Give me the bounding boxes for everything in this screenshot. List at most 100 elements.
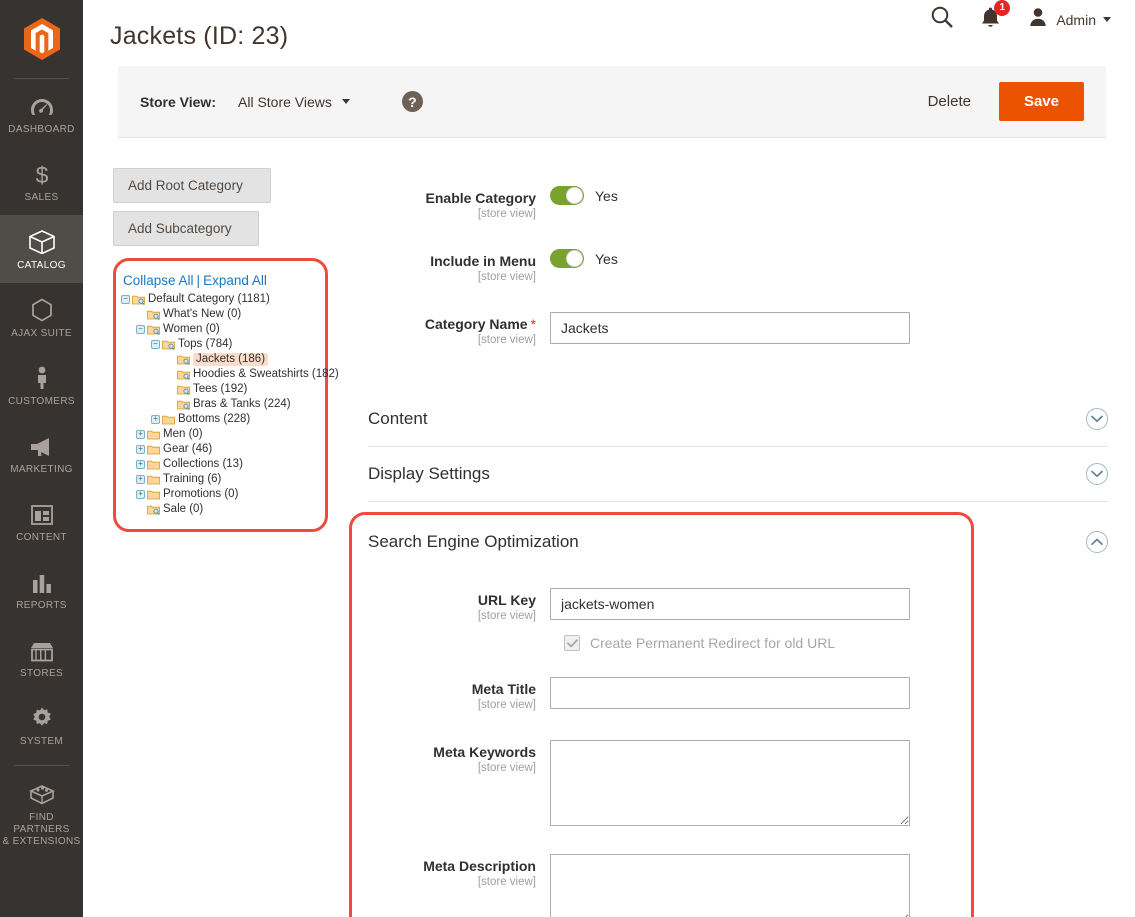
meta-title-input[interactable] [550, 677, 910, 709]
category-tree-node[interactable]: − Women (0) [135, 322, 315, 337]
field-label-group: URL Key [store view] [350, 588, 550, 623]
category-tree-node-label[interactable]: Sale (0) [163, 503, 203, 516]
sidebar-item-content[interactable]: CONTENT [0, 487, 83, 555]
tree-collapse-toggle-icon[interactable]: − [150, 339, 161, 350]
field-label-group: Meta Title [store view] [350, 677, 550, 712]
sidebar-item-customers[interactable]: CUSTOMERS [0, 351, 83, 419]
section-search-engine-optimization[interactable]: Search Engine Optimization [368, 521, 1108, 567]
sidebar-item-find-partners-extensions[interactable]: FIND PARTNERS & EXTENSIONS [0, 766, 83, 859]
delete-button[interactable]: Delete [914, 85, 985, 118]
notification-count-badge: 1 [994, 0, 1011, 16]
store-view-dropdown[interactable]: All Store Views [238, 94, 350, 110]
field-category-name: Category Name * [store view] [350, 312, 1110, 347]
category-tree-node-label[interactable]: Jackets (186) [193, 353, 269, 366]
collapse-all-link[interactable]: Collapse All [123, 273, 194, 288]
category-tree: − Default Category (1181) What's New (0) − W… [120, 292, 339, 517]
category-tree-node-label[interactable]: Hoodies & Sweatshirts (182) [193, 368, 339, 381]
sidebar-item-marketing[interactable]: MARKETING [0, 419, 83, 487]
category-tree-node-label[interactable]: Training (6) [163, 473, 221, 486]
category-tree-node-label[interactable]: Tops (784) [178, 338, 232, 351]
field-control [550, 677, 1110, 709]
meta-keywords-textarea[interactable] [550, 740, 910, 826]
category-tree-node-label[interactable]: Gear (46) [163, 443, 212, 456]
enable-category-toggle[interactable] [550, 186, 584, 205]
add-root-category-button[interactable]: Add Root Category [113, 168, 271, 203]
sidebar-item-stores[interactable]: STORES [0, 623, 83, 691]
section-title: Content [368, 409, 428, 428]
tree-expand-toggle-icon[interactable]: + [135, 429, 146, 440]
category-tree-node-label[interactable]: Women (0) [163, 323, 220, 336]
chevron-down-circle-icon[interactable] [1086, 463, 1108, 485]
scope-note: [store view] [477, 876, 536, 888]
create-redirect-checkbox[interactable] [564, 635, 580, 651]
sidebar-item-system[interactable]: SYSTEM [0, 691, 83, 759]
toggle-knob [566, 187, 583, 204]
url-key-input[interactable] [550, 588, 910, 620]
meta-description-textarea[interactable] [550, 854, 910, 917]
sidebar-item-catalog[interactable]: CATALOG [0, 215, 83, 283]
folder-icon [147, 474, 160, 485]
category-tree-item: + Promotions (0) [135, 487, 315, 502]
sidebar-item-ajax-suite[interactable]: AJAX SUITE [0, 283, 83, 351]
meta-description-label: Meta Description [423, 858, 536, 874]
section-display-settings[interactable]: Display Settings [368, 447, 1108, 502]
category-tree-node-label[interactable]: Default Category (1181) [148, 293, 270, 306]
search-icon [930, 5, 954, 34]
category-tree-node[interactable]: Tees (192) [165, 382, 315, 397]
category-tree-node[interactable]: − Default Category (1181) [120, 292, 315, 307]
category-tree-node-label[interactable]: Tees (192) [193, 383, 247, 396]
meta-title-label: Meta Title [471, 681, 536, 697]
tree-expand-toggle-icon[interactable]: + [135, 489, 146, 500]
category-tree-node-label[interactable]: Collections (13) [163, 458, 243, 471]
magento-logo[interactable] [0, 0, 83, 78]
category-tree-node[interactable]: Bras & Tanks (224) [165, 397, 315, 412]
sidebar-item-sales[interactable]: $ SALES [0, 147, 83, 215]
folder-search-icon [132, 294, 145, 305]
enable-category-label: Enable Category [425, 190, 536, 206]
category-tree-node[interactable]: + Bottoms (228) [150, 412, 315, 427]
help-button[interactable]: ? [401, 91, 423, 112]
category-tree-node[interactable]: + Gear (46) [135, 442, 315, 457]
field-url-key: URL Key [store view] [350, 588, 1110, 623]
chevron-up-circle-icon[interactable] [1086, 531, 1108, 553]
category-tree-node[interactable]: Hoodies & Sweatshirts (182) [165, 367, 339, 382]
sidebar-item-reports[interactable]: REPORTS [0, 555, 83, 623]
category-tree-node[interactable]: + Collections (13) [135, 457, 315, 472]
link-separator: | [196, 273, 201, 288]
admin-account-menu[interactable]: Admin [1027, 6, 1111, 33]
section-content[interactable]: Content [368, 392, 1108, 447]
category-name-input[interactable] [550, 312, 910, 344]
tree-collapse-toggle-icon[interactable]: − [120, 294, 131, 305]
save-button[interactable]: Save [998, 82, 1084, 121]
category-tree-node[interactable]: Jackets (186) [165, 352, 315, 367]
category-tree-node[interactable]: − Tops (784) [150, 337, 315, 352]
tree-expand-toggle-icon[interactable]: + [135, 444, 146, 455]
category-tree-node[interactable]: + Training (6) [135, 472, 315, 487]
field-meta-description: Meta Description [store view] [350, 854, 1110, 917]
category-tree-node[interactable]: What's New (0) [135, 307, 315, 322]
hexagon-icon [2, 296, 81, 322]
chevron-down-circle-icon[interactable] [1086, 408, 1108, 430]
category-tree-node[interactable]: + Men (0) [135, 427, 315, 442]
expand-all-link[interactable]: Expand All [203, 273, 267, 288]
category-tree-node-label[interactable]: What's New (0) [163, 308, 241, 321]
add-subcategory-button[interactable]: Add Subcategory [113, 211, 259, 246]
tree-expand-toggle-icon[interactable]: + [135, 474, 146, 485]
category-tree-node-label[interactable]: Bottoms (228) [178, 413, 250, 426]
category-tree-node-label[interactable]: Promotions (0) [163, 488, 238, 501]
tree-expand-toggle-icon[interactable]: + [135, 459, 146, 470]
category-tree-node[interactable]: + Promotions (0) [135, 487, 315, 502]
include-in-menu-toggle[interactable] [550, 249, 584, 268]
main-sidebar: DASHBOARD $ SALES CATALOG AJAX SUITE CUS… [0, 0, 83, 917]
notifications-button[interactable]: 1 [980, 0, 1011, 34]
global-search-button[interactable] [930, 5, 954, 34]
category-tree-node[interactable]: Sale (0) [135, 502, 315, 517]
category-tree-item: Tees (192) [165, 382, 315, 397]
category-tree-node-label[interactable]: Bras & Tanks (224) [193, 398, 291, 411]
field-control [550, 740, 1110, 826]
tree-expand-toggle-icon[interactable]: + [150, 414, 161, 425]
magento-admin-category-page: DASHBOARD $ SALES CATALOG AJAX SUITE CUS… [0, 0, 1135, 917]
sidebar-item-dashboard[interactable]: DASHBOARD [0, 79, 83, 147]
tree-collapse-toggle-icon[interactable]: − [135, 324, 146, 335]
category-tree-node-label[interactable]: Men (0) [163, 428, 203, 441]
